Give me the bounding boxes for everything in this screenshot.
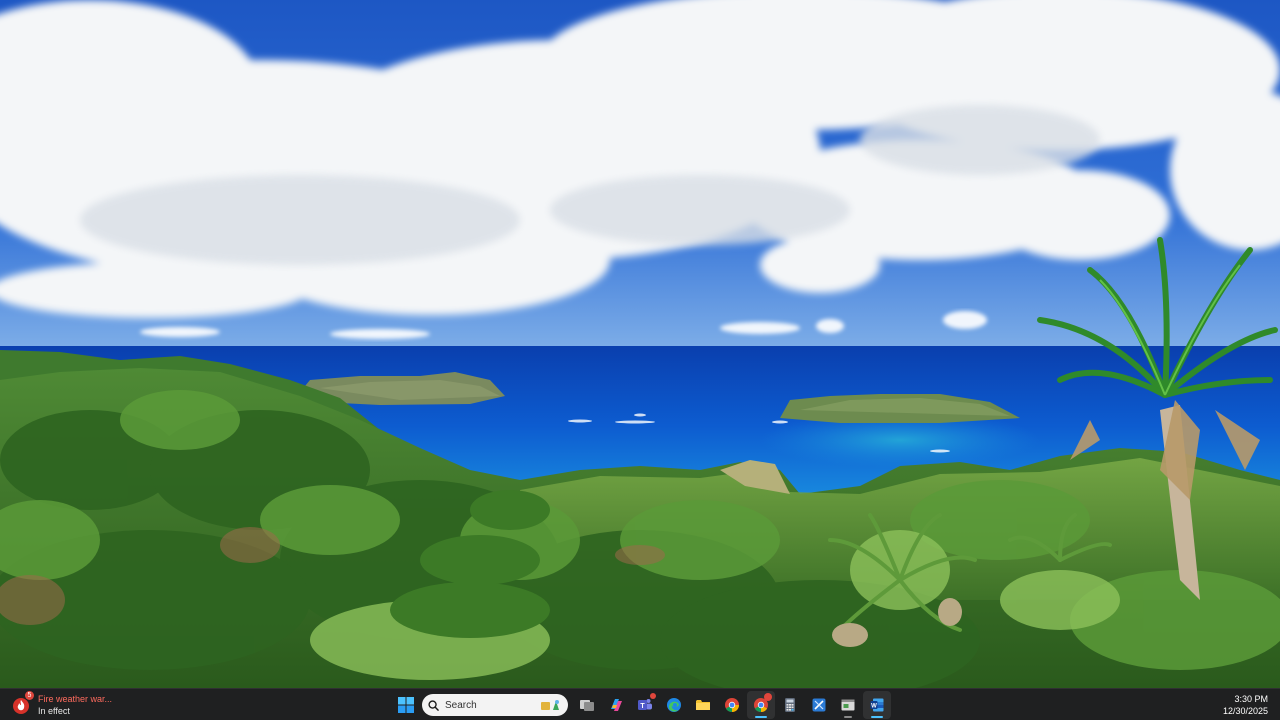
copilot-icon bbox=[610, 699, 622, 711]
search-highlight-icon bbox=[540, 698, 562, 712]
chrome-profile-button[interactable] bbox=[746, 691, 775, 719]
chrome-profile-badge bbox=[763, 693, 772, 701]
teams-button[interactable]: T bbox=[631, 691, 659, 719]
search-box[interactable]: Search bbox=[422, 694, 568, 716]
running-indicator bbox=[754, 716, 767, 718]
edge-icon bbox=[666, 698, 681, 712]
search-icon bbox=[428, 699, 439, 711]
word-icon: W bbox=[870, 698, 883, 712]
snipping-tool-button[interactable] bbox=[805, 691, 833, 719]
task-view-icon bbox=[579, 700, 594, 711]
calculator-icon bbox=[784, 698, 795, 712]
desktop-wallpaper bbox=[0, 0, 1280, 688]
running-indicator bbox=[870, 716, 883, 718]
desktop: 5 Fire weather war... In effect Search T… bbox=[0, 0, 1280, 720]
weather-alert-count-badge: 5 bbox=[25, 691, 34, 700]
chrome-button[interactable] bbox=[718, 691, 746, 719]
word-button[interactable]: W bbox=[862, 691, 891, 719]
weather-widget[interactable]: 5 Fire weather war... In effect bbox=[10, 691, 140, 719]
weather-alert-subtitle: In effect bbox=[38, 706, 70, 716]
taskbar-pinned-apps: Search T W bbox=[391, 689, 891, 720]
teams-icon: T bbox=[637, 699, 652, 710]
running-indicator bbox=[843, 716, 852, 718]
clock-date: 12/30/2025 bbox=[1222, 706, 1268, 716]
clock-time: 3:30 PM bbox=[1234, 694, 1268, 704]
folder-icon bbox=[695, 700, 710, 710]
calculator-button[interactable] bbox=[776, 691, 804, 719]
copilot-button[interactable] bbox=[602, 691, 630, 719]
task-view-button[interactable] bbox=[573, 691, 601, 719]
chrome-icon bbox=[724, 698, 739, 713]
svg-text:W: W bbox=[871, 704, 877, 710]
system-clock[interactable]: 3:30 PM 12/30/2025 bbox=[1223, 692, 1268, 718]
edge-button[interactable] bbox=[660, 691, 688, 719]
fire-warning-icon: 5 bbox=[10, 691, 34, 716]
app-window-button[interactable] bbox=[834, 691, 862, 719]
snip-icon bbox=[812, 698, 825, 712]
windows-logo-icon bbox=[397, 697, 414, 713]
svg-text:T: T bbox=[640, 703, 645, 710]
file-explorer-button[interactable] bbox=[689, 691, 717, 719]
taskbar: 5 Fire weather war... In effect Search T… bbox=[0, 688, 1280, 720]
weather-text: Fire weather war... In effect bbox=[38, 693, 112, 717]
search-placeholder: Search bbox=[445, 699, 477, 711]
start-button[interactable] bbox=[392, 691, 420, 719]
window-icon bbox=[841, 699, 854, 711]
weather-alert-title: Fire weather war... bbox=[38, 694, 113, 704]
teams-notification-badge bbox=[649, 693, 656, 699]
